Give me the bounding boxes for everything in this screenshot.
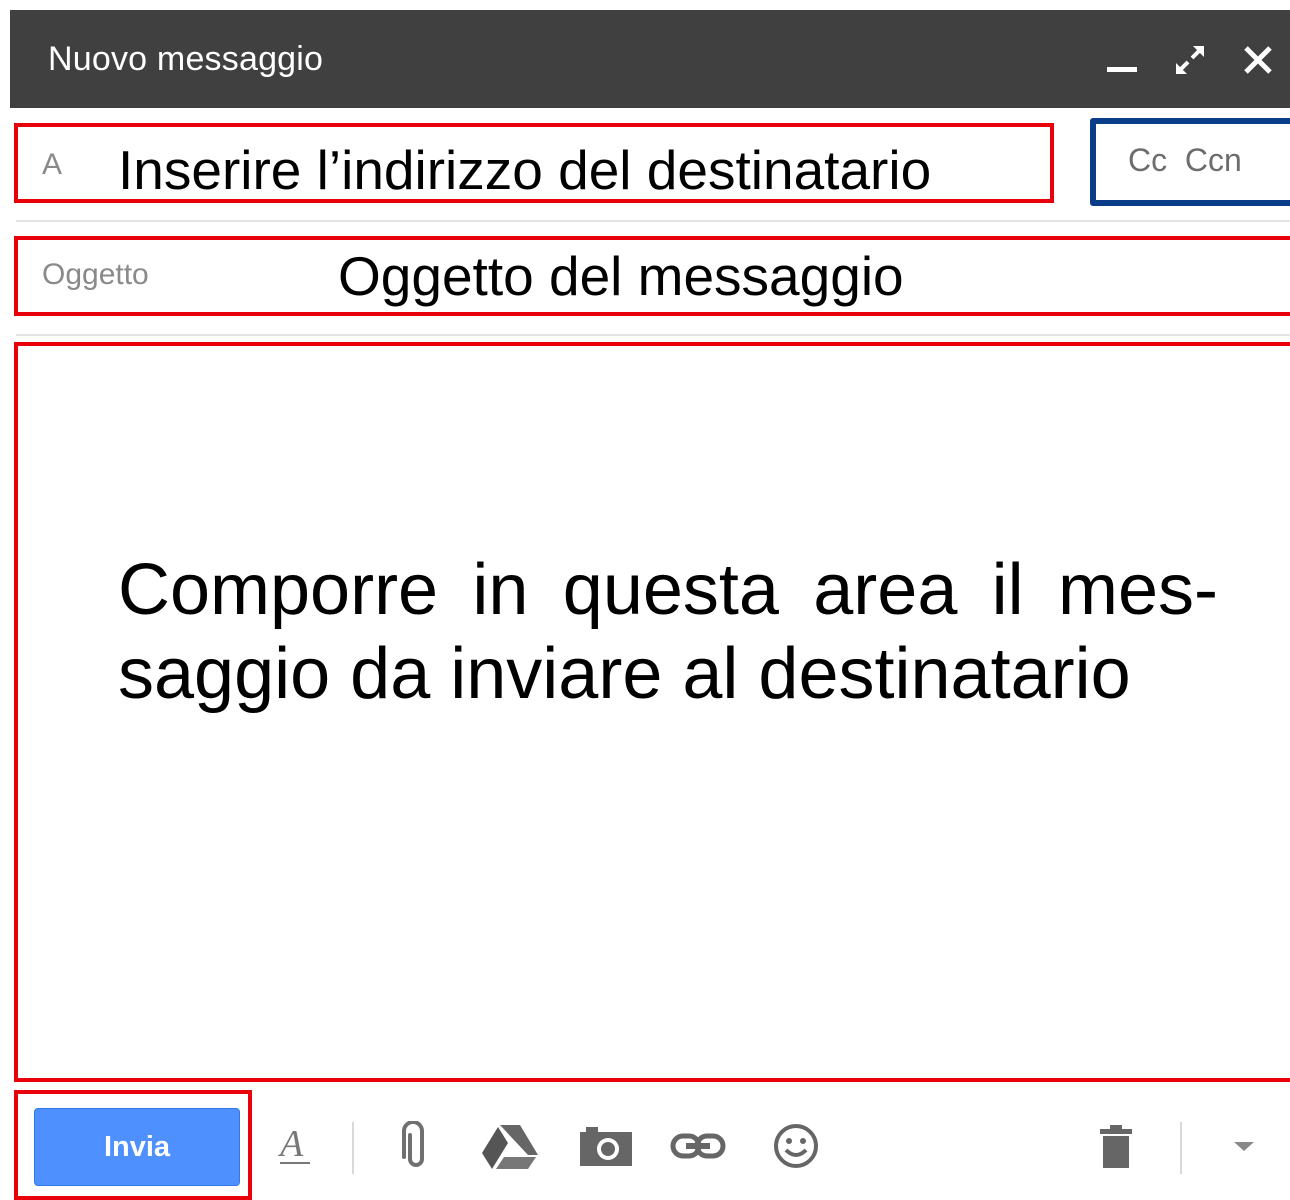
subject-label: Oggetto <box>42 258 149 291</box>
send-button[interactable]: Invia <box>34 1108 240 1186</box>
subject-annotation: Oggetto del messaggio <box>338 245 904 307</box>
close-icon[interactable] <box>1230 32 1286 88</box>
svg-text:A: A <box>277 1123 304 1165</box>
window-title: Nuovo messaggio <box>48 40 324 78</box>
photo-icon[interactable] <box>576 1116 636 1176</box>
subject-divider <box>16 334 1290 336</box>
trash-icon[interactable] <box>1092 1116 1140 1176</box>
to-annotation: Inserire l’indirizzo del destinatario <box>118 139 932 201</box>
attach-icon[interactable] <box>392 1116 440 1176</box>
minimize-icon[interactable] <box>1094 32 1150 88</box>
body-annotation: Comporre in questa area il mes-saggio da… <box>118 550 1218 714</box>
compose-title-bar: Nuovo messaggio <box>10 10 1290 108</box>
drive-icon[interactable] <box>480 1116 540 1176</box>
link-icon[interactable] <box>668 1116 728 1176</box>
more-options-icon[interactable] <box>1222 1116 1266 1176</box>
formatting-icon[interactable]: A <box>270 1116 318 1176</box>
emoji-icon[interactable] <box>766 1116 826 1176</box>
to-divider <box>16 220 1290 222</box>
cc-bcc-links[interactable]: Cc Ccn <box>1128 142 1242 179</box>
toolbar-separator <box>1180 1122 1182 1174</box>
page-edge <box>0 0 10 1192</box>
expand-icon[interactable] <box>1162 32 1218 88</box>
toolbar-separator <box>352 1122 354 1174</box>
